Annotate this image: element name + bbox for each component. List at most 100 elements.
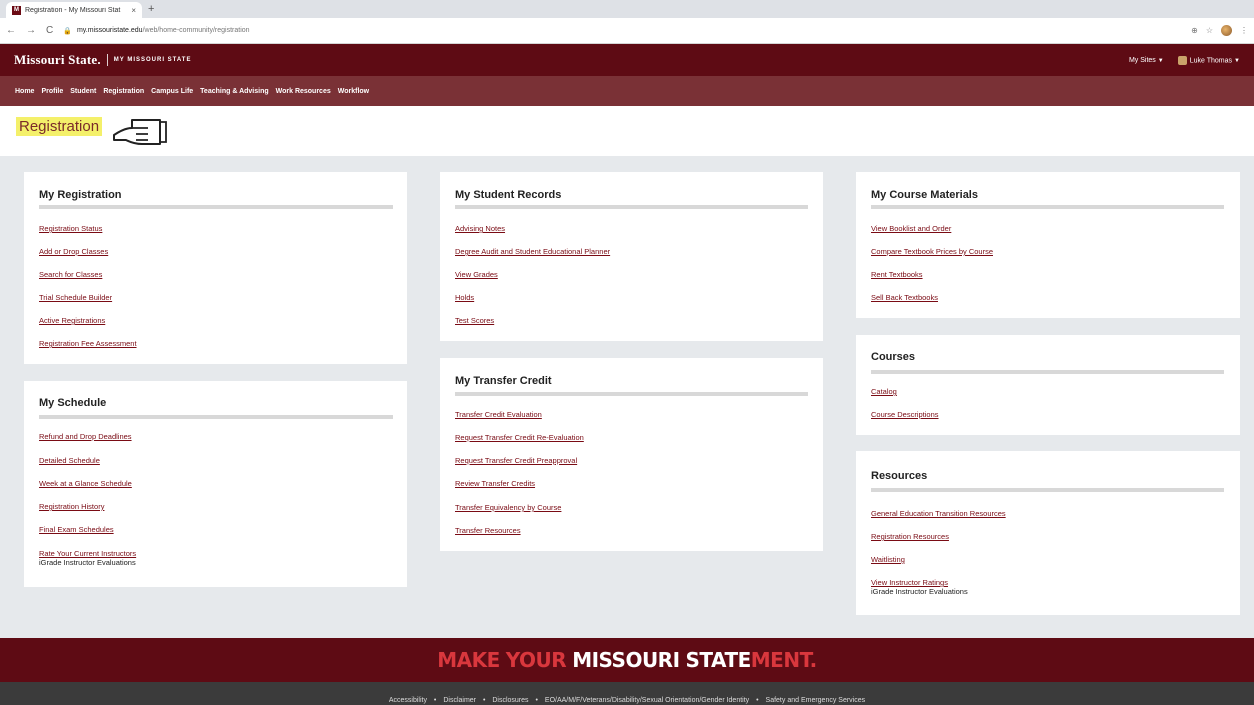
footer-link-disclaimer[interactable]: Disclaimer	[443, 697, 476, 704]
site-header: Missouri State. MY MISSOURI STATE My Sit…	[0, 44, 1254, 76]
nav-item-teaching-advising[interactable]: Teaching & Advising	[200, 88, 268, 95]
banner-word-ment: MENT.	[750, 648, 818, 672]
link-registration-resources[interactable]: Registration Resources	[871, 532, 949, 541]
card-title: My Course Materials	[871, 189, 978, 201]
footer-link-safety[interactable]: Safety and Emergency Services	[766, 697, 866, 704]
link-final-exam-schedules[interactable]: Final Exam Schedules	[39, 525, 114, 534]
toolbar-actions: ⊕ ☆ ⋮	[1191, 25, 1248, 36]
link-detailed-schedule[interactable]: Detailed Schedule	[39, 456, 100, 465]
my-sites-menu[interactable]: My Sites ▼	[1129, 57, 1164, 64]
card-courses: Courses Catalog Course Descriptions	[856, 335, 1240, 435]
brand-divider	[106, 54, 108, 66]
card-divider	[871, 488, 1224, 492]
footer-separator: •	[433, 697, 437, 704]
link-gen-ed-transition[interactable]: General Education Transition Resources	[871, 509, 1006, 518]
back-icon[interactable]: ←	[6, 25, 16, 36]
link-view-booklist[interactable]: View Booklist and Order	[871, 224, 951, 233]
banner-word-missouri: MISSOURI	[572, 648, 680, 672]
link-transfer-equivalency[interactable]: Transfer Equivalency by Course	[455, 503, 561, 512]
reload-icon[interactable]: C	[46, 25, 53, 36]
link-transfer-credit-evaluation[interactable]: Transfer Credit Evaluation	[455, 410, 542, 419]
link-review-transfer-credits[interactable]: Review Transfer Credits	[455, 479, 535, 488]
page-title: Registration	[16, 117, 103, 136]
card-title: Courses	[871, 351, 916, 363]
link-add-drop-classes[interactable]: Add or Drop Classes	[39, 247, 108, 256]
avatar	[1177, 55, 1187, 65]
header-menus: My Sites ▼ Luke Thomas ▼	[1129, 55, 1240, 65]
link-degree-audit[interactable]: Degree Audit and Student Educational Pla…	[455, 247, 610, 256]
footer-link-eo-aa[interactable]: EO/AA/M/F/Veterans/Disability/Sexual Ori…	[545, 697, 749, 704]
card-divider	[455, 205, 808, 209]
link-compare-textbook-prices[interactable]: Compare Textbook Prices by Course	[871, 247, 993, 256]
link-active-registrations[interactable]: Active Registrations	[39, 316, 105, 325]
card-my-student-records: My Student Records Advising Notes Degree…	[440, 172, 823, 341]
link-rate-instructors[interactable]: Rate Your Current Instructors	[39, 549, 136, 558]
nav-item-workflow[interactable]: Workflow	[338, 88, 369, 95]
extension-icon[interactable]	[1221, 25, 1232, 36]
link-waitlisting[interactable]: Waitlisting	[871, 555, 905, 564]
new-tab-button[interactable]: +	[148, 3, 154, 15]
brand-subtitle: MY MISSOURI STATE	[113, 57, 192, 63]
banner-word-your: YOUR	[505, 648, 567, 672]
user-menu[interactable]: Luke Thomas ▼	[1177, 55, 1240, 65]
nav-item-student[interactable]: Student	[70, 88, 96, 95]
link-sell-back-textbooks[interactable]: Sell Back Textbooks	[871, 293, 938, 302]
link-course-descriptions[interactable]: Course Descriptions	[871, 410, 939, 419]
footer-link-accessibility[interactable]: Accessibility	[389, 697, 427, 704]
nav-item-home[interactable]: Home	[15, 88, 34, 95]
igrade-note: iGrade Instructor Evaluations	[39, 558, 136, 567]
card-divider	[871, 205, 1224, 209]
nav-item-registration[interactable]: Registration	[103, 88, 144, 95]
card-title: Resources	[871, 470, 928, 482]
chevron-down-icon: ▼	[1157, 57, 1164, 64]
card-title: My Student Records	[455, 189, 562, 201]
footer-banner: MAKE YOUR MISSOURI STATE MENT.	[0, 638, 1254, 682]
link-view-instructor-ratings[interactable]: View Instructor Ratings	[871, 578, 948, 587]
tab-close-icon[interactable]: ×	[131, 6, 136, 15]
user-name: Luke Thomas	[1189, 56, 1233, 64]
zoom-icon[interactable]: ⊕	[1191, 26, 1198, 35]
footer-separator: •	[756, 697, 759, 704]
card-my-course-materials: My Course Materials View Booklist and Or…	[856, 172, 1240, 318]
link-trial-schedule-builder[interactable]: Trial Schedule Builder	[39, 293, 112, 302]
link-request-preapproval[interactable]: Request Transfer Credit Preapproval	[455, 456, 577, 465]
link-registration-fee-assessment[interactable]: Registration Fee Assessment	[39, 339, 137, 348]
address-bar[interactable]: 🔒 my.missouristate.edu/web/home-communit…	[63, 23, 1181, 39]
card-divider	[871, 370, 1224, 374]
igrade-note: iGrade Instructor Evaluations	[871, 587, 968, 596]
link-request-reevaluation[interactable]: Request Transfer Credit Re-Evaluation	[455, 433, 584, 442]
url-path: /web/home-community/registration	[142, 27, 250, 34]
card-title: My Transfer Credit	[455, 375, 552, 387]
card-divider	[39, 415, 393, 419]
link-catalog[interactable]: Catalog	[871, 387, 897, 396]
link-registration-history[interactable]: Registration History	[39, 502, 104, 511]
link-view-grades[interactable]: View Grades	[455, 270, 498, 279]
footer-separator: •	[535, 697, 538, 704]
link-rent-textbooks[interactable]: Rent Textbooks	[871, 270, 923, 279]
lock-icon: 🔒	[63, 27, 72, 35]
link-registration-status[interactable]: Registration Status	[39, 224, 102, 233]
link-transfer-resources[interactable]: Transfer Resources	[455, 526, 521, 535]
menu-icon[interactable]: ⋮	[1240, 26, 1248, 35]
banner-word-state: STATE	[685, 648, 752, 672]
link-week-at-glance[interactable]: Week at a Glance Schedule	[39, 479, 132, 488]
brand-logo[interactable]: Missouri State.	[14, 52, 101, 68]
link-search-classes[interactable]: Search for Classes	[39, 270, 102, 279]
link-advising-notes[interactable]: Advising Notes	[455, 224, 505, 233]
nav-item-profile[interactable]: Profile	[41, 88, 63, 95]
main-nav: Home Profile Student Registration Campus…	[0, 76, 1254, 106]
pointing-hand-icon	[113, 119, 167, 145]
browser-tab[interactable]: M Registration - My Missouri Stat ×	[6, 2, 142, 18]
card-my-registration: My Registration Registration Status Add …	[24, 172, 407, 364]
card-title: My Registration	[39, 189, 122, 201]
footer-link-disclosures[interactable]: Disclosures	[492, 697, 528, 704]
nav-item-campus-life[interactable]: Campus Life	[151, 88, 193, 95]
nav-item-work-resources[interactable]: Work Resources	[276, 88, 331, 95]
link-refund-drop-deadlines[interactable]: Refund and Drop Deadlines	[39, 432, 132, 441]
card-divider	[455, 392, 808, 396]
star-icon[interactable]: ☆	[1206, 26, 1213, 35]
forward-icon[interactable]: →	[26, 25, 36, 36]
my-sites-label: My Sites	[1128, 56, 1156, 64]
link-holds[interactable]: Holds	[455, 293, 474, 302]
link-test-scores[interactable]: Test Scores	[455, 316, 494, 325]
